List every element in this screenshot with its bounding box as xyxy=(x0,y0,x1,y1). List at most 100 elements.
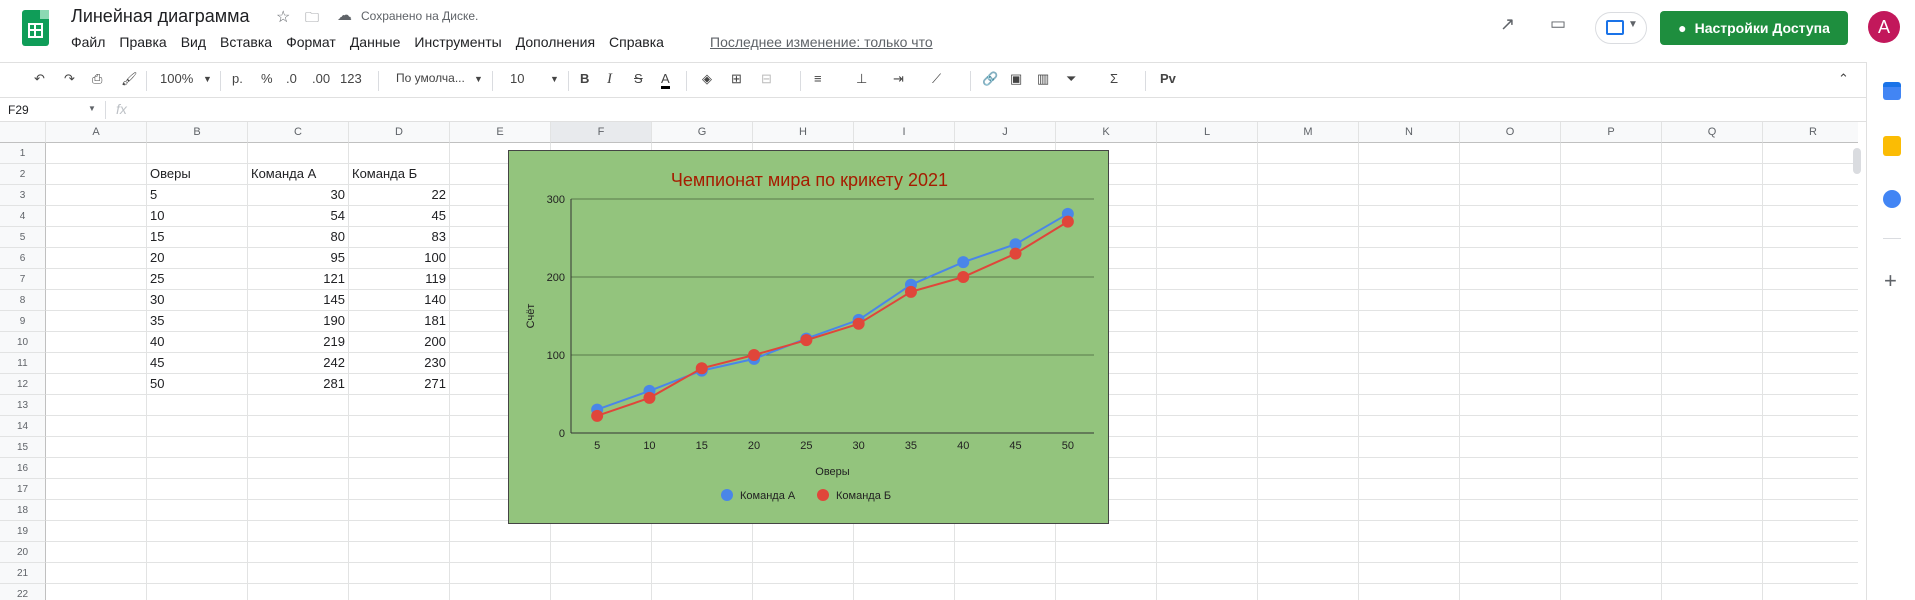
cell[interactable] xyxy=(46,584,147,600)
cell[interactable] xyxy=(1359,290,1460,311)
table-cell[interactable]: 30 xyxy=(248,185,349,206)
cell[interactable] xyxy=(1561,374,1662,395)
strikethrough-button[interactable]: S xyxy=(634,71,643,86)
table-cell[interactable]: 45 xyxy=(147,353,248,374)
cell[interactable] xyxy=(1763,416,1858,437)
row-header-6[interactable]: 6 xyxy=(0,248,46,269)
redo-icon[interactable]: ↷ xyxy=(64,71,75,87)
cell[interactable] xyxy=(1662,185,1763,206)
table-cell[interactable]: 145 xyxy=(248,290,349,311)
table-cell[interactable]: 121 xyxy=(248,269,349,290)
cell[interactable] xyxy=(1662,374,1763,395)
cell[interactable] xyxy=(1763,395,1858,416)
column-header-k[interactable]: K xyxy=(1056,122,1157,143)
cell[interactable] xyxy=(1763,143,1858,164)
cell[interactable] xyxy=(1763,563,1858,584)
cell[interactable] xyxy=(1460,458,1561,479)
row-header-13[interactable]: 13 xyxy=(0,395,46,416)
cell[interactable] xyxy=(248,416,349,437)
menu-insert[interactable]: Вставка xyxy=(220,34,272,50)
cell[interactable] xyxy=(1561,521,1662,542)
cell[interactable] xyxy=(1763,437,1858,458)
cell[interactable] xyxy=(1056,563,1157,584)
cell[interactable] xyxy=(1561,185,1662,206)
insert-chart-icon[interactable]: ▥ xyxy=(1037,71,1049,87)
cell[interactable] xyxy=(1561,416,1662,437)
table-cell[interactable]: 25 xyxy=(147,269,248,290)
cell[interactable] xyxy=(349,395,450,416)
cell[interactable] xyxy=(1662,584,1763,600)
cell[interactable] xyxy=(1157,563,1258,584)
cell[interactable] xyxy=(1460,584,1561,600)
column-header-i[interactable]: I xyxy=(854,122,955,143)
cell[interactable] xyxy=(1561,563,1662,584)
cell[interactable] xyxy=(1763,521,1858,542)
column-header-l[interactable]: L xyxy=(1157,122,1258,143)
cell[interactable] xyxy=(1157,374,1258,395)
cell[interactable] xyxy=(349,479,450,500)
cell[interactable] xyxy=(1662,563,1763,584)
cell[interactable] xyxy=(652,563,753,584)
cell[interactable] xyxy=(854,542,955,563)
cell[interactable] xyxy=(1460,500,1561,521)
cell[interactable] xyxy=(1561,206,1662,227)
cell[interactable] xyxy=(1662,227,1763,248)
column-header-g[interactable]: G xyxy=(652,122,753,143)
menu-file[interactable]: Файл xyxy=(71,34,105,50)
row-header-11[interactable]: 11 xyxy=(0,353,46,374)
cell[interactable] xyxy=(1460,164,1561,185)
tasks-icon[interactable] xyxy=(1883,190,1901,208)
cell[interactable] xyxy=(1460,269,1561,290)
row-header-21[interactable]: 21 xyxy=(0,563,46,584)
cell[interactable] xyxy=(1258,374,1359,395)
cell[interactable] xyxy=(652,584,753,600)
cell[interactable] xyxy=(1460,479,1561,500)
cell[interactable] xyxy=(450,563,551,584)
table-cell[interactable]: 80 xyxy=(248,227,349,248)
table-cell[interactable]: 40 xyxy=(147,332,248,353)
cell[interactable] xyxy=(1359,521,1460,542)
cell[interactable] xyxy=(753,563,854,584)
column-header-j[interactable]: J xyxy=(955,122,1056,143)
column-header-d[interactable]: D xyxy=(349,122,450,143)
borders-icon[interactable]: ⊞ xyxy=(731,71,742,87)
input-tools-button[interactable]: Рv xyxy=(1160,71,1176,86)
cell[interactable] xyxy=(1763,458,1858,479)
cell[interactable] xyxy=(46,458,147,479)
column-header-c[interactable]: C xyxy=(248,122,349,143)
cell[interactable] xyxy=(1662,248,1763,269)
cell[interactable] xyxy=(248,395,349,416)
cell[interactable] xyxy=(1561,332,1662,353)
cell[interactable] xyxy=(1763,542,1858,563)
cell[interactable] xyxy=(1662,164,1763,185)
cell[interactable] xyxy=(1460,521,1561,542)
column-header-a[interactable]: A xyxy=(46,122,147,143)
cell[interactable] xyxy=(1157,185,1258,206)
cell[interactable] xyxy=(1763,584,1858,600)
cell[interactable] xyxy=(1662,437,1763,458)
cell[interactable] xyxy=(1763,353,1858,374)
avatar[interactable]: A xyxy=(1868,11,1900,43)
cell[interactable] xyxy=(46,311,147,332)
cell[interactable] xyxy=(349,416,450,437)
cell[interactable] xyxy=(1662,479,1763,500)
table-cell[interactable]: 22 xyxy=(349,185,450,206)
table-cell[interactable]: 230 xyxy=(349,353,450,374)
cell[interactable] xyxy=(1561,248,1662,269)
cell[interactable] xyxy=(1763,374,1858,395)
cell[interactable] xyxy=(854,584,955,600)
cell[interactable] xyxy=(46,164,147,185)
table-cell[interactable]: 119 xyxy=(349,269,450,290)
cell[interactable] xyxy=(450,542,551,563)
cell[interactable] xyxy=(1763,185,1858,206)
row-header-20[interactable]: 20 xyxy=(0,542,46,563)
column-header-o[interactable]: O xyxy=(1460,122,1561,143)
increase-decimal-button[interactable]: .00 xyxy=(312,71,330,86)
cell[interactable] xyxy=(1561,164,1662,185)
cell[interactable] xyxy=(1258,269,1359,290)
column-header-h[interactable]: H xyxy=(753,122,854,143)
move-folder-icon[interactable]: 🗀 xyxy=(305,7,319,31)
cell[interactable] xyxy=(349,143,450,164)
cell[interactable] xyxy=(1157,332,1258,353)
table-cell[interactable]: 200 xyxy=(349,332,450,353)
